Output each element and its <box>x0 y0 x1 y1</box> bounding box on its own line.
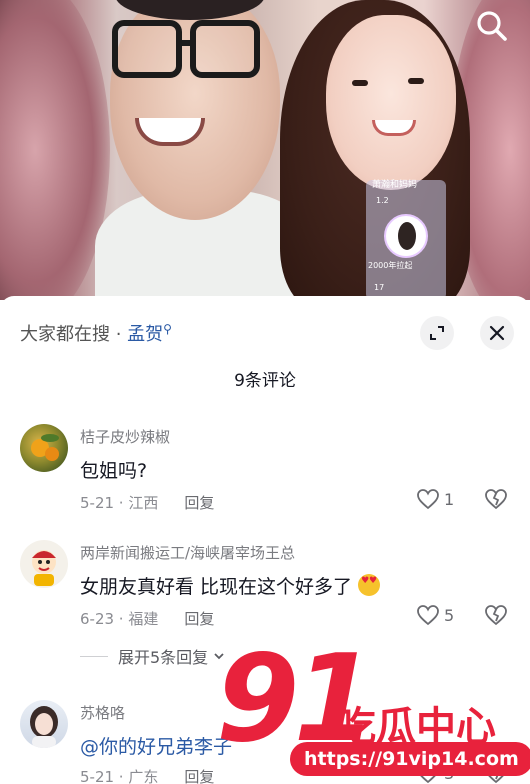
video-player[interactable]: 萧瀚和妈妈 1.2 2000年拉起 17 <box>0 0 530 300</box>
avatar[interactable] <box>20 700 68 748</box>
close-button[interactable] <box>480 316 514 350</box>
comment-text: @你的好兄弟李子 <box>80 732 232 759</box>
expand-replies-label: 展开5条回复 <box>118 648 209 667</box>
glasses-lens <box>190 20 260 78</box>
reply-button[interactable]: 回复 <box>184 494 214 512</box>
expand-icon <box>430 326 444 340</box>
heart-icon <box>417 489 439 510</box>
comment-text: 包姐吗? <box>80 460 148 482</box>
close-icon <box>489 325 505 341</box>
avatar[interactable] <box>20 424 68 472</box>
comment-text-body: 女朋友真好看 比现在这个好多了 <box>80 576 353 598</box>
reply-button[interactable]: 回复 <box>184 610 214 628</box>
video-background-blur <box>0 0 110 300</box>
like-button[interactable]: 1 <box>416 488 454 510</box>
trending-keyword[interactable]: 孟贺 <box>127 324 163 345</box>
like-count: 5 <box>444 605 455 625</box>
comment-date-location: 5-21 · 江西 <box>80 494 159 512</box>
dislike-button[interactable] <box>484 604 508 630</box>
sticker-count: 1.2 <box>376 196 389 205</box>
sticker-avatar <box>384 214 428 258</box>
broken-heart-icon <box>485 605 507 626</box>
video-person-eye <box>352 80 368 86</box>
comment-username[interactable]: 桔子皮炒辣椒 <box>80 426 170 447</box>
comment-username[interactable]: 两岸新闻搬运工/海峡屠宰场王总 <box>80 542 295 563</box>
video-person-eye <box>408 78 424 84</box>
glasses-bridge <box>176 40 196 46</box>
sticker-count: 17 <box>374 283 385 292</box>
comment-meta: 5-21 · 广东 回复 <box>80 766 214 784</box>
girl-avatar-icon <box>30 706 58 748</box>
sticker-subtitle: 2000年拉起 <box>368 261 413 270</box>
comment-meta: 5-21 · 江西 回复 <box>80 492 214 513</box>
trending-search[interactable]: 大家都在搜 · 孟贺⚲ <box>20 320 172 346</box>
comment-date-location: 6-23 · 福建 <box>80 610 159 628</box>
comment-date-location: 5-21 · 广东 <box>80 768 159 784</box>
comment-username[interactable]: 苏格咯 <box>80 702 125 723</box>
divider <box>80 655 108 657</box>
like-count: 1 <box>444 489 455 509</box>
comment-text: 女朋友真好看 比现在这个好多了 <box>80 572 381 599</box>
sticker-title: 萧瀚和妈妈 <box>372 180 418 190</box>
search-icon <box>477 11 507 41</box>
video-person-face <box>326 15 456 190</box>
comment-sheet-header: 大家都在搜 · 孟贺⚲ <box>0 296 530 366</box>
comment-meta: 6-23 · 福建 回复 <box>80 608 214 629</box>
expand-button[interactable] <box>420 316 454 350</box>
glasses-lens <box>112 20 182 78</box>
trending-prefix: 大家都在搜 · <box>20 324 128 345</box>
mention-link[interactable]: @你的好兄弟李子 <box>80 736 232 758</box>
cartoon-avatar-icon <box>32 550 56 586</box>
expand-replies-button[interactable]: 展开5条回复 <box>80 644 226 668</box>
broken-heart-icon <box>485 489 507 510</box>
search-icon: ⚲ <box>163 322 172 336</box>
orange-fruit-icon <box>31 434 59 461</box>
watermark-url: https://91vip14.com <box>290 742 530 776</box>
reply-button[interactable]: 回复 <box>184 768 214 784</box>
dislike-button[interactable] <box>484 488 508 514</box>
comment-count: 9条评论 <box>234 371 296 391</box>
avatar[interactable] <box>20 540 68 588</box>
heart-icon <box>417 605 439 626</box>
search-button[interactable] <box>472 6 512 46</box>
heart-eyes-emoji-icon <box>358 574 381 596</box>
like-button[interactable]: 5 <box>416 604 454 626</box>
